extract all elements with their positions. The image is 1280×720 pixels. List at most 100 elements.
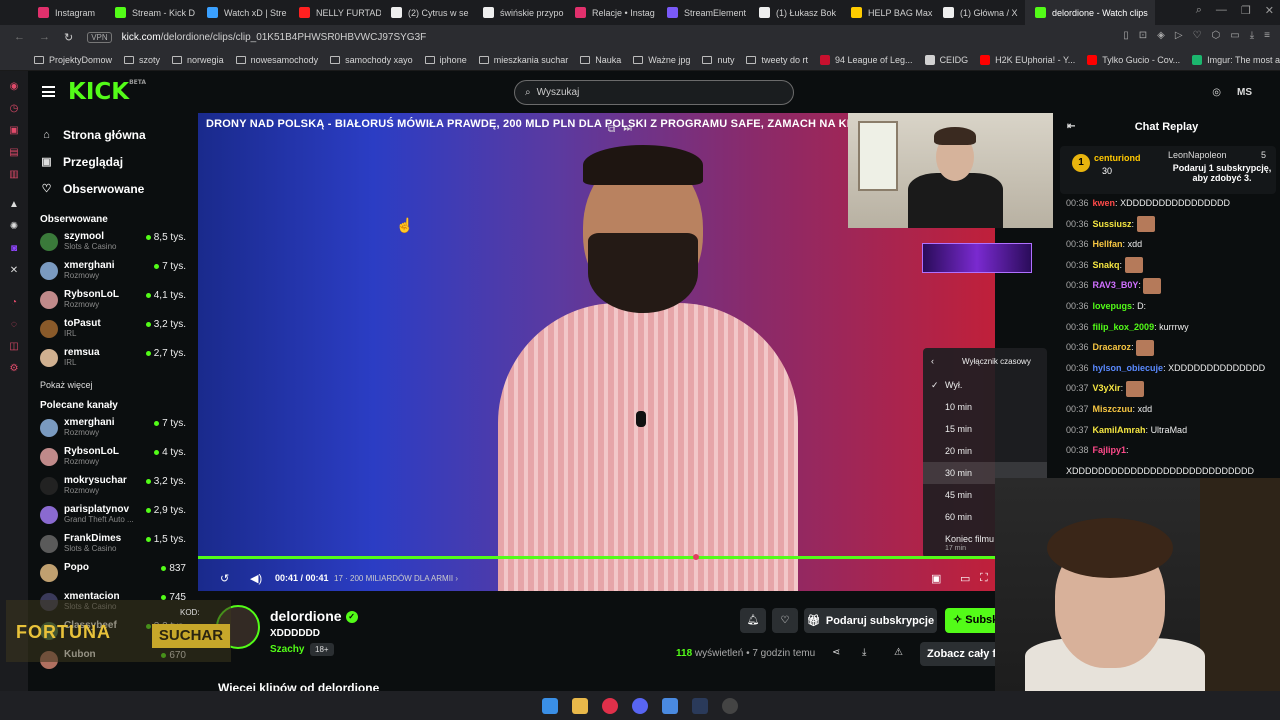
heart-icon[interactable]: ♡ [1193,30,1202,41]
category-link[interactable]: Szachy [270,644,304,655]
message-user[interactable]: Snakq [1093,260,1120,270]
back-chevron-icon[interactable]: ‹ [931,356,934,366]
share-icon[interactable]: ⋖ [832,647,840,658]
browser-tab[interactable]: HELP BAG Max [841,0,933,25]
extensions-icon[interactable]: ⬡ [1212,30,1221,41]
opera-icon[interactable] [602,697,618,714]
screenshot-icon[interactable]: ⊡ [1139,30,1147,41]
bookmark-item[interactable]: iphone [424,55,467,65]
wallet-icon[interactable]: ▭ [1230,30,1239,41]
browser-tab[interactable]: (1) Główna / X [933,0,1025,25]
message-user[interactable]: Hellfan [1093,239,1123,249]
collapse-chat-icon[interactable]: ⇤ [1067,113,1075,141]
bookmark-item[interactable]: tweety do rt [746,55,808,65]
sleep-timer-option[interactable]: 20 min [923,440,1047,462]
browser-tab[interactable]: Instagram [28,0,105,25]
channel-item[interactable]: remsua IRL 2,7 tys. [28,345,198,374]
browser-tab[interactable]: (1) Łukasz Bok [749,0,841,25]
browser-tab[interactable]: Relacje • Instag [565,0,657,25]
browser-tab[interactable]: StreamElement [657,0,749,25]
windows-start-icon[interactable] [542,697,558,714]
popout-icon[interactable]: ⧉ [608,124,615,135]
browser-tab[interactable]: Stream - Kick D [105,0,197,25]
bookmark-item[interactable]: H2K EUphoria! - Y... [980,54,1075,65]
pinned-gift-banner[interactable]: 1 centuriond 30 LeonNapoleon 5 Podaruj 1… [1060,146,1276,194]
wallet-icon[interactable]: ▣ [8,125,20,137]
volume-icon[interactable]: ◀) [250,572,262,585]
bookmark-item[interactable]: samochody xayo [330,55,413,65]
messenger-taskbar-icon[interactable] [662,697,678,714]
search-input[interactable]: ⌕ Wyszukaj [514,80,794,105]
search-tabs-icon[interactable]: ⌕ [1196,4,1202,17]
lightbulb-icon[interactable]: ◌ [8,319,20,331]
x-icon[interactable]: ✕ [8,265,20,277]
bookmark-item[interactable]: Tylko Gucio - Cov... [1087,54,1180,65]
browser-tab[interactable]: NELLY FURTADO [289,0,381,25]
sidebar-item[interactable]: ⌂ Strona główna [28,121,198,148]
progress-marker[interactable] [693,554,699,560]
message-user[interactable]: kwen [1093,198,1116,208]
bookmark-icon[interactable]: ▯ [1123,30,1129,41]
gift-sub-button[interactable]: 🎁︎ Podaruj subskrypcje [804,608,937,633]
minimize-icon[interactable]: — [1216,4,1227,17]
theater-icon[interactable]: ▭ [960,572,970,585]
kick-logo[interactable]: KICKBETA [68,79,146,105]
url-field[interactable]: kick.com/delordione/clips/clip_01K51B4PH… [122,32,427,43]
channel-item[interactable]: FrankDimes Slots & Casino 1,5 tys. [28,531,198,560]
follow-heart-icon[interactable]: ♡ [772,608,798,633]
bookmark-item[interactable]: Nauka [580,55,621,65]
message-user[interactable]: filip_kox_2009 [1093,322,1155,332]
bell-icon[interactable]: 🔔︎ [740,608,766,633]
download-icon[interactable]: ⤓ [1250,30,1254,41]
message-user[interactable]: KamilAmrah [1093,425,1146,435]
bookmark-item[interactable]: Imgur: The most a... [1192,54,1280,65]
steam-icon[interactable] [692,697,708,714]
kick-side-icon[interactable]: ▲ [8,199,20,211]
box-icon[interactable]: ◫ [8,341,20,353]
browser-tab[interactable]: delordione - Watch clips [1025,0,1156,25]
show-more-link[interactable]: Pokaż więcej [28,380,198,390]
message-user[interactable]: RAV3_B0Y [1093,280,1139,290]
play-icon[interactable]: ▷ [1175,30,1183,41]
sleep-timer-option[interactable]: 10 min [923,396,1047,418]
menu-icon[interactable] [42,86,55,97]
message-user[interactable]: lovepugs [1093,301,1133,311]
file-explorer-icon[interactable] [572,697,588,714]
music-icon[interactable]: ▤ [8,147,20,159]
channel-item[interactable]: toPasut IRL 3,2 tys. [28,316,198,345]
channel-item[interactable]: xmerghani Rozmowy 7 tys. [28,415,198,444]
back-icon[interactable]: ← [14,31,25,43]
sidebar-item[interactable]: ▣ Przeglądaj [28,148,198,175]
channel-item[interactable]: RybsonLoL Rozmowy 4 tys. [28,444,198,473]
channel-item[interactable]: RybsonLoL Rozmowy 4,1 tys. [28,287,198,316]
discord-icon[interactable] [632,697,648,714]
fullscreen-icon[interactable]: ⛶ [980,572,988,585]
shield-icon[interactable]: ◈ [1157,30,1165,41]
bookmark-item[interactable]: nuty [702,55,734,65]
player-icon[interactable]: ▥ [8,169,20,181]
bookmark-item[interactable]: Ważne jpg [633,55,690,65]
bookmark-item[interactable]: szoty [124,55,160,65]
channel-item[interactable]: xmerghani Rozmowy 7 tys. [28,258,198,287]
browser-tab[interactable]: świńskie przypo [473,0,565,25]
vpn-badge[interactable]: VPN [87,31,112,43]
channel-name[interactable]: delordione ✓ [270,608,358,624]
watch-full-button[interactable]: Zobacz cały film [920,642,995,666]
message-user[interactable]: Dracaroz [1093,342,1132,352]
notification-icon[interactable]: ◎ [1212,87,1221,98]
bookmark-item[interactable]: CEIDG [924,54,968,65]
message-user[interactable]: hylson_obiecuje [1093,363,1164,373]
channel-item[interactable]: parisplatynov Grand Theft Auto ... 2,9 tys… [28,502,198,531]
download-icon[interactable]: ⤓ [862,647,866,658]
obs-icon[interactable] [722,697,738,714]
sleep-timer-option[interactable]: 15 min [923,418,1047,440]
video-progress-bar[interactable] [198,554,995,560]
sleep-timer-option[interactable]: ✓ Wył. [923,374,1047,396]
sidebar-item[interactable]: ♡ Obserwowane [28,175,198,202]
chatgpt-icon[interactable]: ✺ [8,221,20,233]
browser-tab[interactable]: Watch xD | Stre [197,0,289,25]
bookmark-item[interactable]: mieszkania suchar [478,55,568,65]
maximize-icon[interactable]: ❐ [1241,4,1251,17]
reload-icon[interactable]: ↻ [64,31,73,44]
menu-icon[interactable]: ≡ [1264,30,1270,41]
